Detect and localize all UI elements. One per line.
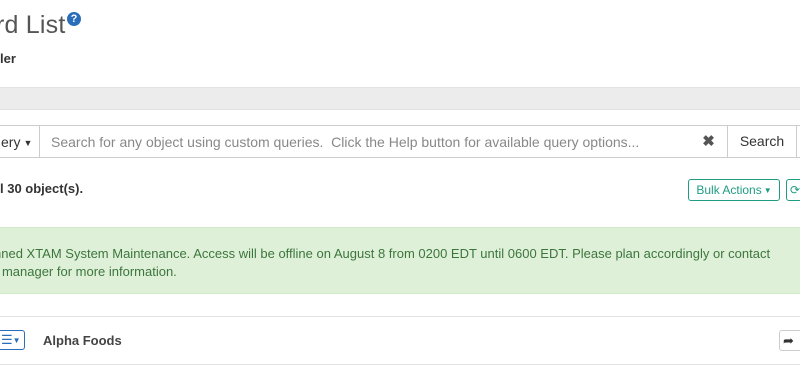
alert-text-line-2: r manager for more information. [0,264,177,279]
toolbar-strip [0,88,800,110]
record-name[interactable]: Alpha Foods [43,333,122,348]
clear-search-button[interactable]: ✖ [690,125,728,158]
caret-down-icon: ▼ [23,138,33,148]
bulk-actions-label: Bulk Actions [696,183,762,197]
caret-down-icon: ▼ [763,186,772,195]
list-divider [0,316,800,317]
page-title: rd List [0,11,66,39]
page-subtitle: ler [0,51,16,66]
query-type-dropdown[interactable]: ery ▼ [0,125,39,158]
refresh-icon: ⟳ [790,183,800,197]
query-type-label: ery [1,134,21,150]
caret-down-icon: ▼ [12,336,21,345]
refresh-button[interactable]: ⟳ [786,179,800,201]
record-menu-button[interactable]: ☰▼ [0,330,25,350]
close-icon: ✖ [702,133,715,150]
share-button[interactable]: ➦ [779,330,800,351]
list-menu-icon: ☰ [1,332,13,347]
alert-text-line-1: nned XTAM System Maintenance. Access wil… [0,246,771,261]
search-button[interactable]: Search [727,125,797,158]
result-count: l 30 object(s). [0,181,84,196]
share-icon: ➦ [783,333,794,348]
row-divider [0,364,800,365]
bulk-actions-button[interactable]: Bulk Actions ▼ [688,179,780,201]
search-input[interactable] [39,125,691,158]
question-circle-icon[interactable]: ? [67,12,81,26]
